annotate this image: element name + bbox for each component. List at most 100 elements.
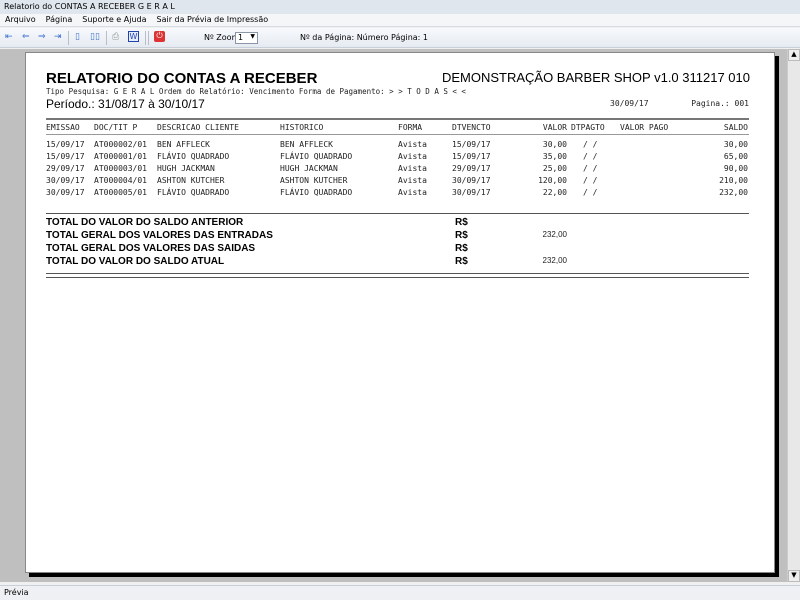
cell-emissao: 29/09/17	[46, 164, 85, 173]
zoom-value: 1	[238, 33, 244, 42]
cell-historico: FLÁVIO QUADRADO	[280, 188, 353, 197]
cell-forma: Avista	[398, 176, 427, 185]
total-label: TOTAL GERAL DOS VALORES DAS ENTRADAS	[46, 230, 273, 241]
column-header: HISTORICO	[280, 123, 324, 132]
cell-emissao: 30/09/17	[46, 188, 85, 197]
cell-doc: AT000002/01	[94, 140, 147, 149]
cell-historico: HUGH JACKMAN	[280, 164, 338, 173]
column-header: SALDO	[723, 123, 748, 132]
two-pages-icon[interactable]: ▯▯	[90, 32, 100, 42]
total-label: TOTAL GERAL DOS VALORES DAS SAIDAS	[46, 243, 256, 254]
prev-page-icon[interactable]: ⇐	[22, 32, 30, 42]
total-currency: R$	[455, 217, 468, 228]
cell-dtpagto: / /	[583, 164, 598, 173]
report-period: Período.: 31/08/17 à 30/10/17	[46, 97, 205, 111]
cell-venc: 29/09/17	[452, 164, 491, 173]
scroll-down-icon[interactable]: ▼	[788, 570, 800, 582]
zoom-select[interactable]: 1 ▼	[235, 32, 258, 44]
toolbar: ⇤ ⇐ ⇒ ⇥ ▯ ▯▯ ⎙ W ⏻ Nº Zoom 1 ▼ Nº da Pági…	[0, 28, 800, 48]
total-label: TOTAL DO VALOR DO SALDO ANTERIOR	[46, 217, 244, 228]
cell-saldo: 232,00	[719, 188, 748, 197]
cell-valor: 22,00	[542, 188, 567, 197]
cell-forma: Avista	[398, 188, 427, 197]
separator	[145, 31, 146, 45]
menu-arquivo[interactable]: Arquivo	[0, 14, 41, 25]
cell-forma: Avista	[398, 140, 427, 149]
menu-pagina[interactable]: Página	[41, 14, 78, 25]
cell-doc: AT000005/01	[94, 188, 147, 197]
menu-suporte[interactable]: Suporte e Ajuda	[77, 14, 151, 25]
cell-historico: BEN AFFLECK	[280, 140, 333, 149]
cell-saldo: 30,00	[723, 140, 748, 149]
divider	[46, 273, 749, 274]
cell-saldo: 90,00	[723, 164, 748, 173]
cell-cliente: ASHTON KUTCHER	[157, 176, 225, 185]
first-page-icon[interactable]: ⇤	[5, 32, 13, 42]
cell-dtpagto: / /	[583, 176, 598, 185]
cell-dtpagto: / /	[583, 152, 598, 161]
word-export-icon[interactable]: W	[128, 31, 139, 42]
cell-valor: 120,00	[538, 176, 567, 185]
page-number-label: Nº da Página: Número Página: 1	[300, 33, 428, 42]
total-label: TOTAL DO VALOR DO SALDO ATUAL	[46, 256, 225, 267]
cell-emissao: 30/09/17	[46, 176, 85, 185]
cell-cliente: FLÁVIO QUADRADO	[157, 188, 230, 197]
vertical-scrollbar[interactable]: ▲ ▼	[787, 49, 800, 582]
column-header: VALOR	[542, 123, 567, 132]
cell-venc: 15/09/17	[452, 152, 491, 161]
cell-emissao: 15/09/17	[46, 152, 85, 161]
single-page-icon[interactable]: ▯	[75, 32, 80, 42]
cell-saldo: 210,00	[719, 176, 748, 185]
column-header: DTPAGTO	[571, 123, 605, 132]
last-page-icon[interactable]: ⇥	[54, 32, 62, 42]
total-value: 232,00	[542, 256, 567, 265]
menu-sair[interactable]: Sair da Prévia de Impressão	[152, 14, 274, 25]
cell-cliente: BEN AFFLECK	[157, 140, 210, 149]
close-preview-icon[interactable]: ⏻	[154, 31, 165, 42]
divider	[46, 213, 749, 214]
cell-dtpagto: / /	[583, 188, 598, 197]
next-page-icon[interactable]: ⇒	[38, 32, 46, 42]
cell-venc: 15/09/17	[452, 140, 491, 149]
separator	[68, 31, 69, 45]
report-title: RELATORIO DO CONTAS A RECEBER	[46, 70, 318, 87]
cell-saldo: 65,00	[723, 152, 748, 161]
divider	[46, 277, 749, 278]
company-name: DEMONSTRAÇÃO BARBER SHOP v1.0 311217 010	[441, 70, 750, 85]
cell-dtpagto: / /	[583, 140, 598, 149]
cell-doc: AT000001/01	[94, 152, 147, 161]
cell-historico: ASHTON KUTCHER	[280, 176, 348, 185]
report-date: 30/09/17	[610, 99, 649, 108]
cell-valor: 30,00	[542, 140, 567, 149]
cell-historico: FLÁVIO QUADRADO	[280, 152, 353, 161]
total-currency: R$	[455, 230, 468, 241]
column-header: DOC/TIT P	[94, 123, 138, 132]
cell-valor: 35,00	[542, 152, 567, 161]
report-filters: Tipo Pesquisa: G E R A L Ordem do Relató…	[46, 87, 466, 96]
cell-forma: Avista	[398, 164, 427, 173]
cell-doc: AT000004/01	[94, 176, 147, 185]
report-page-number: Pagina.: 001	[691, 99, 749, 108]
cell-doc: AT000003/01	[94, 164, 147, 173]
menu-bar: Arquivo Página Suporte e Ajuda Sair da Prév…	[0, 14, 800, 27]
cell-forma: Avista	[398, 152, 427, 161]
total-currency: R$	[455, 243, 468, 254]
cell-venc: 30/09/17	[452, 188, 491, 197]
chevron-down-icon: ▼	[250, 33, 255, 40]
total-value: 232,00	[542, 230, 567, 239]
column-header: EMISSAO	[46, 123, 80, 132]
total-currency: R$	[455, 256, 468, 267]
cell-cliente: FLÁVIO QUADRADO	[157, 152, 230, 161]
cell-cliente: HUGH JACKMAN	[157, 164, 215, 173]
scroll-up-icon[interactable]: ▲	[788, 49, 800, 61]
column-header: FORMA	[398, 123, 423, 132]
window-title: Relatorio do CONTAS A RECEBER G E R A L	[0, 0, 800, 14]
report-page: RELATORIO DO CONTAS A RECEBER DEMONSTRAÇ…	[25, 52, 775, 573]
separator	[148, 31, 149, 45]
column-header: VALOR PAGO	[620, 123, 669, 132]
print-icon[interactable]: ⎙	[112, 32, 119, 42]
separator	[106, 31, 107, 45]
divider	[46, 134, 749, 135]
cell-emissao: 15/09/17	[46, 140, 85, 149]
cell-venc: 30/09/17	[452, 176, 491, 185]
